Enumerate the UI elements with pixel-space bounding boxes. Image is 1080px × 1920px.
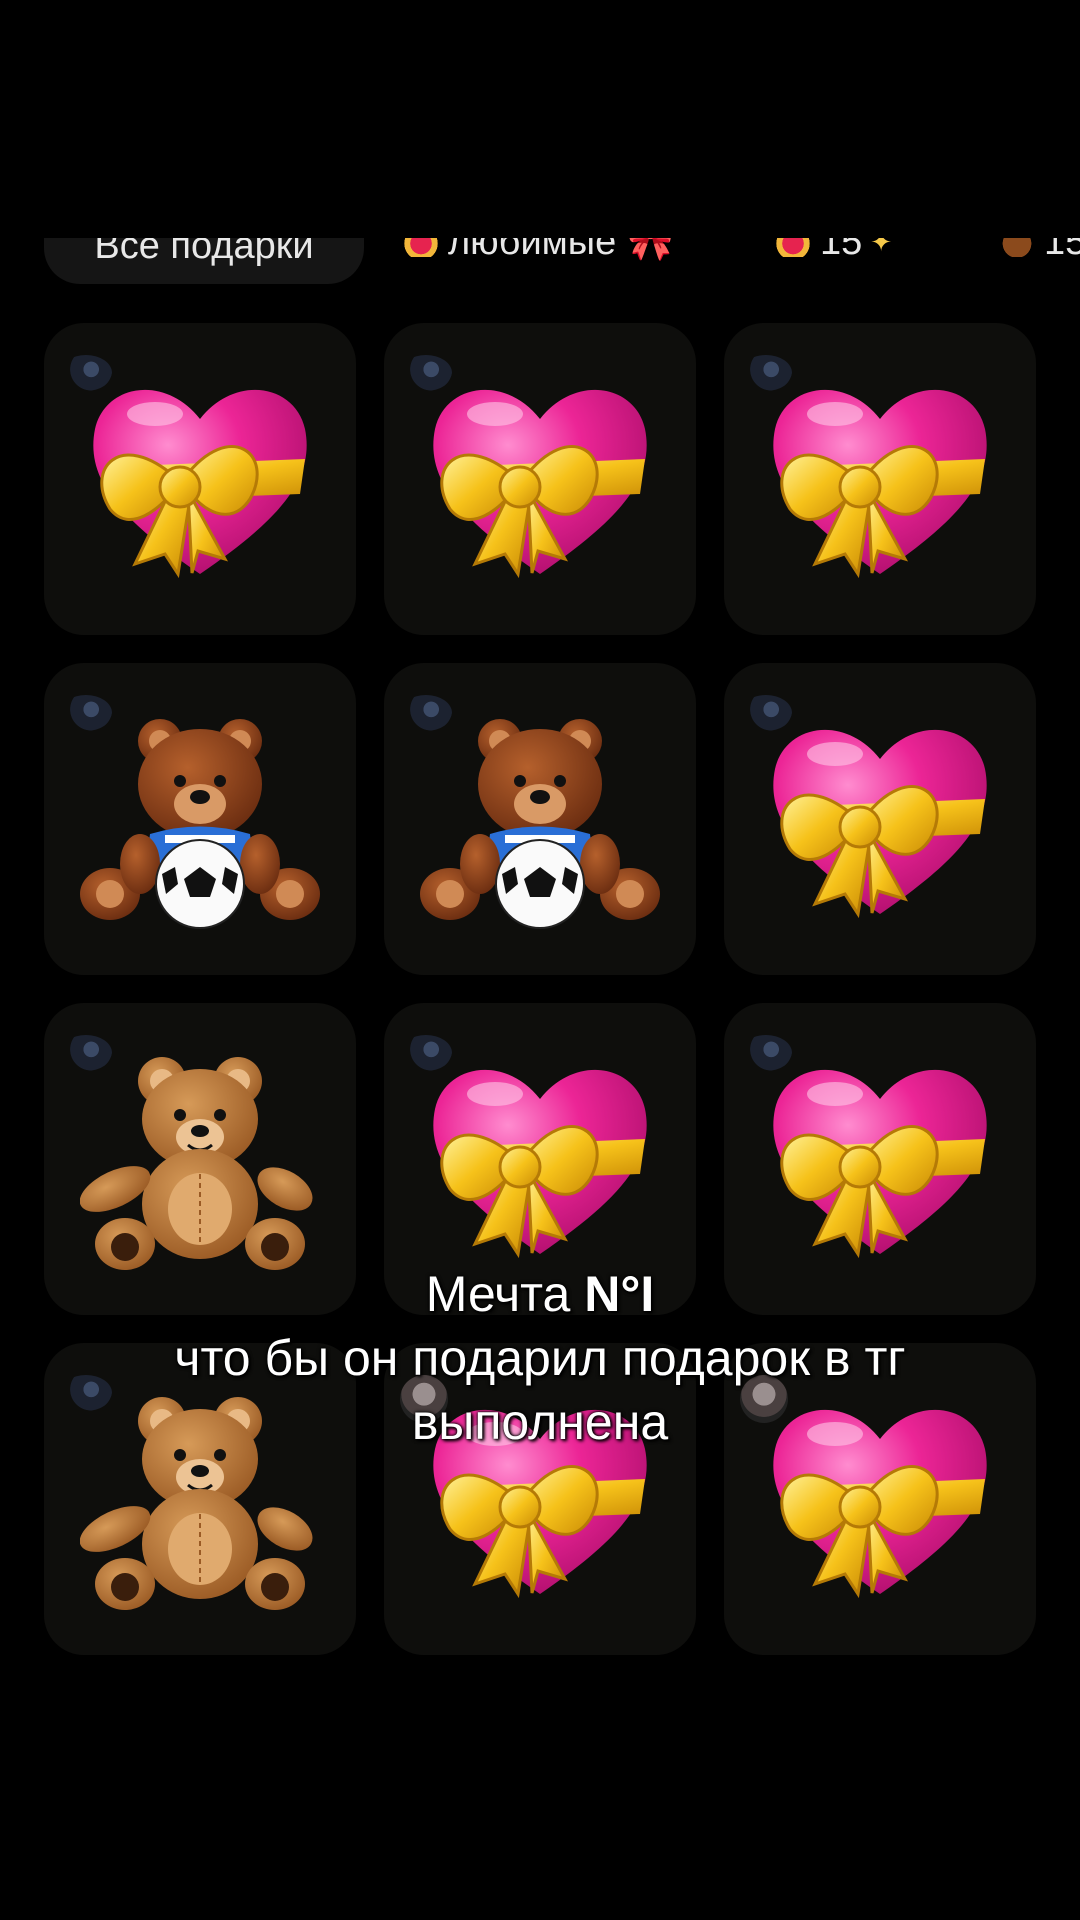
video-caption: Мечта N°I что бы он подарил подарок в тг… (0, 1262, 1080, 1454)
caption-line-3: выполнена (411, 1394, 669, 1450)
gift-card[interactable] (384, 663, 696, 975)
teddy-bear-icon (80, 1055, 320, 1272)
heart-gift-icon (91, 388, 309, 576)
gift-card[interactable] (724, 663, 1036, 975)
heart-gift-icon (771, 728, 989, 916)
gift-grid (44, 323, 1036, 1655)
heart-gift-icon (431, 1068, 649, 1256)
tab-favorites[interactable]: любимые 🎀 (404, 238, 674, 272)
gift-card[interactable] (44, 663, 356, 975)
caption-line-2: что бы он подарил подарок в тг (174, 1330, 906, 1386)
tab-label: Все подарки (94, 238, 314, 267)
tab-label: 15 (820, 238, 863, 263)
tab-all-gifts[interactable]: Все подарки (44, 238, 364, 284)
heart-gift-icon (771, 1068, 989, 1256)
heart-gift-icon (404, 238, 438, 257)
teddy-bear-soccer-icon (80, 699, 320, 939)
teddy-bear-soccer-icon (420, 699, 660, 939)
gift-card[interactable] (724, 323, 1036, 635)
tab-label: 15 (1044, 238, 1080, 263)
heart-gift-icon (431, 388, 649, 576)
gift-filter-tabs: Все подарки любимые 🎀 15 ✦ 15 (0, 238, 1080, 288)
caption-dream-text: Мечта (425, 1266, 585, 1322)
heart-gift-icon (776, 238, 810, 257)
sparkle-icon: ✦ (870, 238, 893, 257)
tab-label: любимые 🎀 (448, 238, 675, 263)
heart-gift-icon (771, 388, 989, 576)
teddy-bear-icon (1000, 238, 1034, 257)
gift-card[interactable] (384, 323, 696, 635)
caption-number: N°I (584, 1266, 655, 1322)
tab-heart-15[interactable]: 15 ✦ (776, 238, 892, 272)
gift-card[interactable] (44, 323, 356, 635)
tab-bear-15[interactable]: 15 (1000, 238, 1080, 272)
caption-line-1: Мечта N°I (0, 1262, 1080, 1326)
